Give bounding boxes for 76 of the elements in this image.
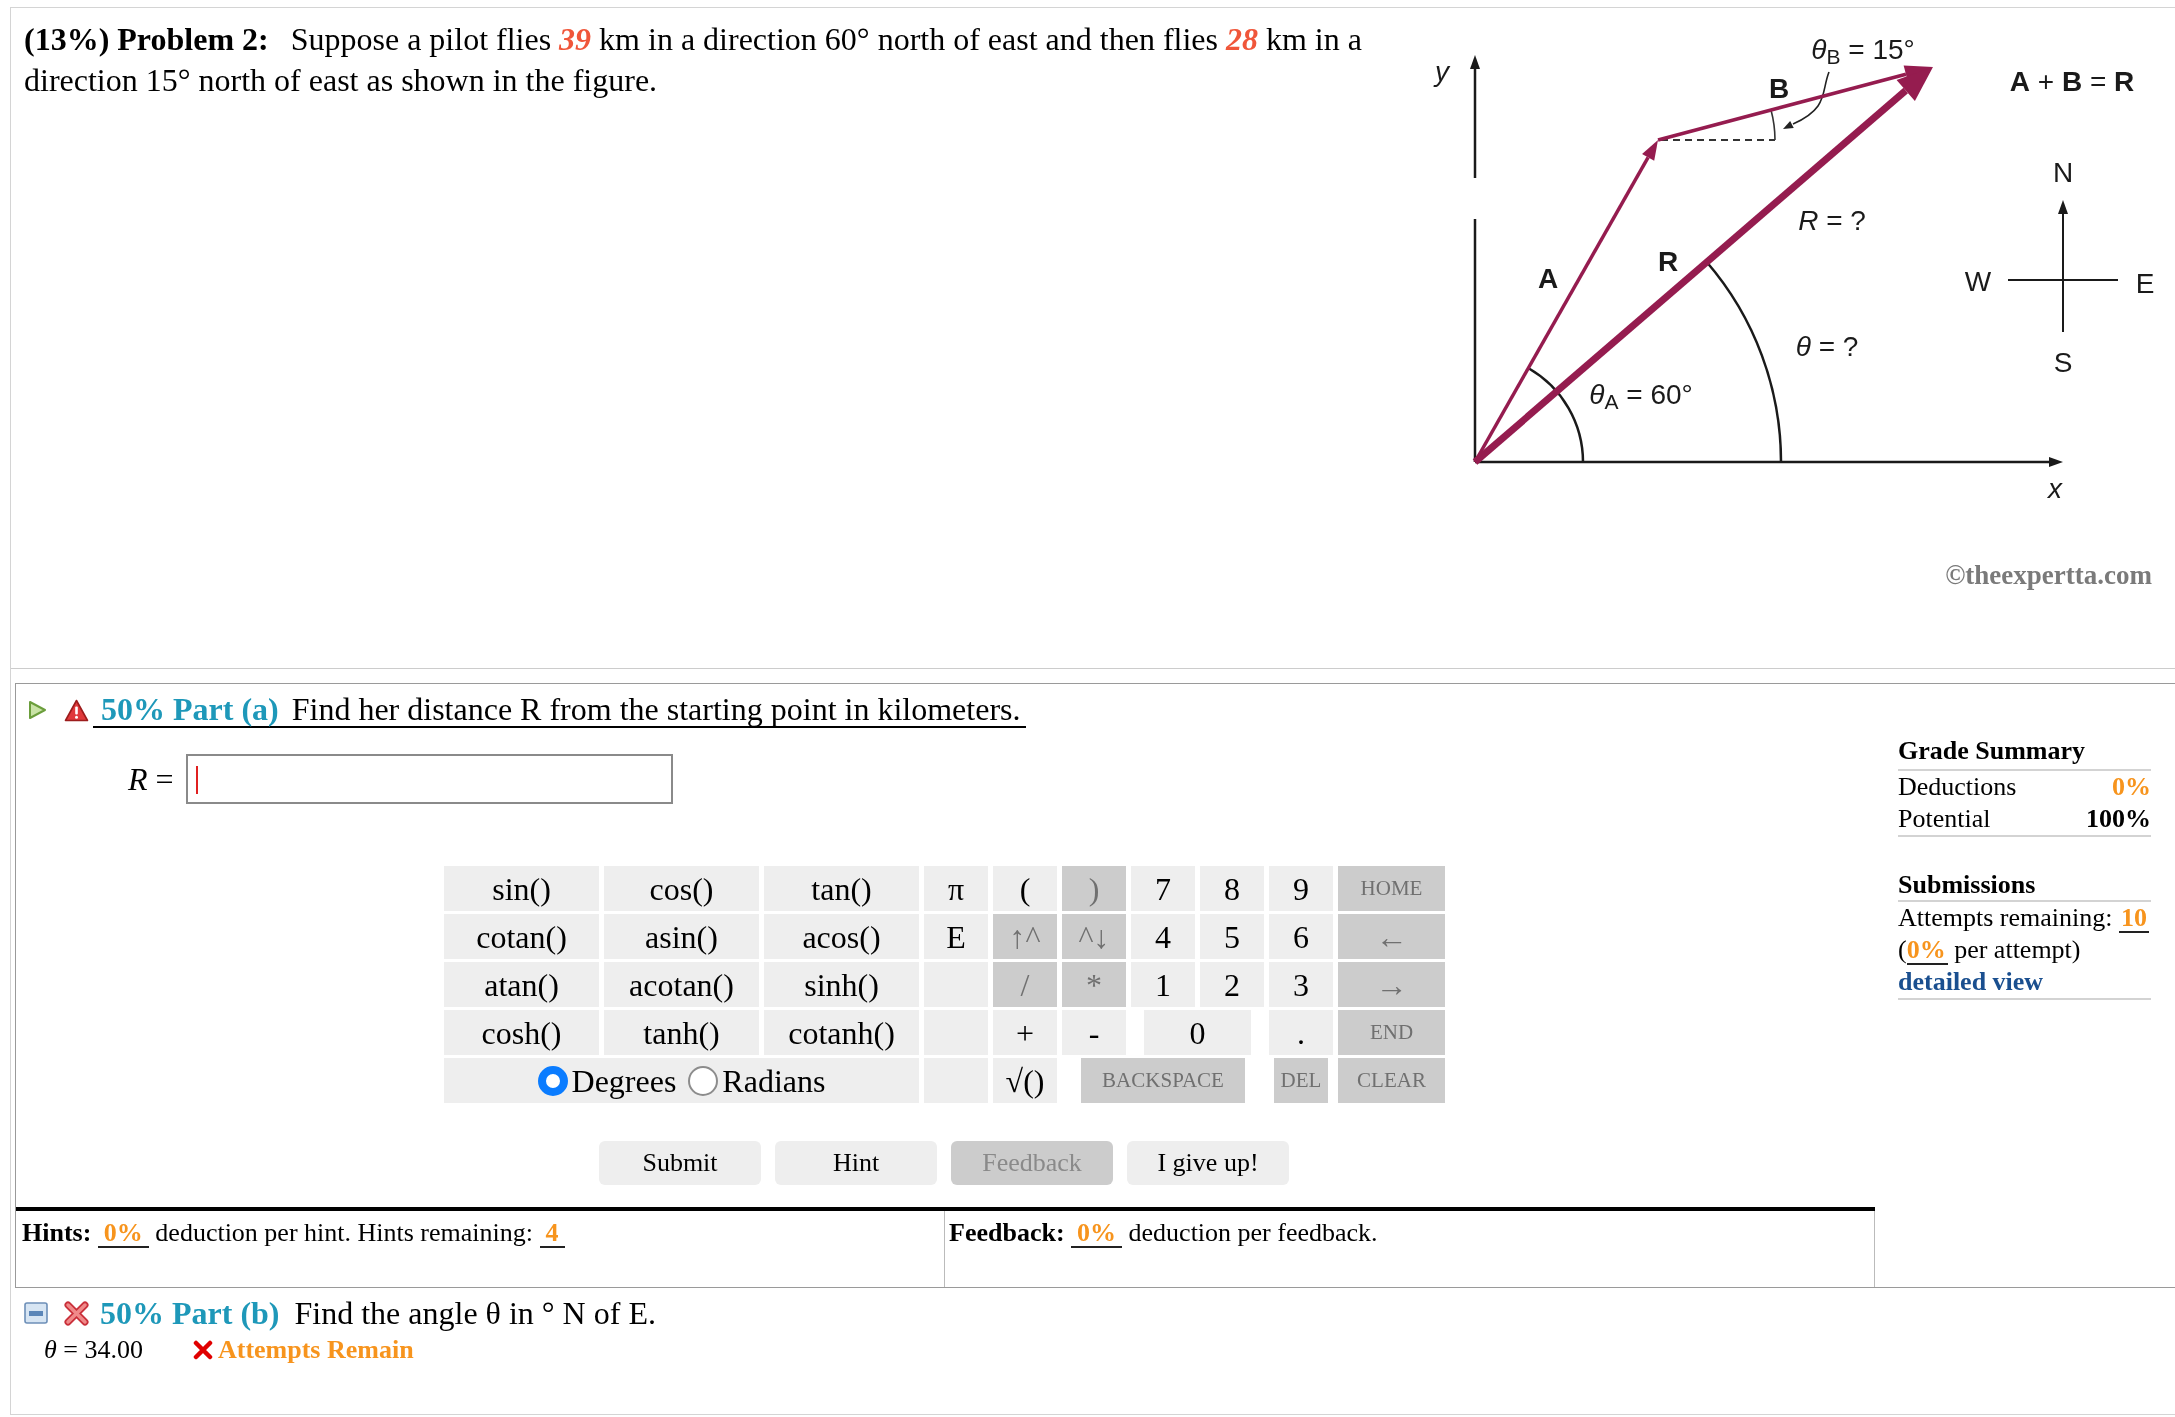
status-text: Attempts Remain <box>217 1334 414 1366</box>
calculator-key[interactable]: cosh() <box>444 1010 599 1055</box>
calculator-key[interactable]: . <box>1269 1010 1333 1055</box>
calculator-key[interactable]: asin() <box>604 914 759 959</box>
radio-option[interactable]: Radians <box>688 1060 826 1101</box>
calculator-key[interactable]: 1 <box>1131 962 1195 1007</box>
calculator-key[interactable]: ( <box>993 866 1057 911</box>
text-cursor-icon <box>195 766 198 794</box>
calculator-key[interactable]: √() <box>993 1058 1057 1103</box>
radio-icon[interactable] <box>537 1065 568 1096</box>
answer-field[interactable] <box>185 754 673 804</box>
figure-label: R = ? <box>1798 205 1866 237</box>
attempt-penalty: (0% per attempt) <box>1898 934 2082 966</box>
figure-label: θ = ? <box>1795 331 1859 363</box>
figure-label: S <box>2053 347 2073 379</box>
warning-icon <box>64 698 89 722</box>
collapse-icon[interactable] <box>24 1302 48 1324</box>
radio-option[interactable]: Degrees <box>537 1060 677 1101</box>
figure-label: A + B = R <box>2009 66 2135 98</box>
part-question: Find the angle θ in ° N of E. <box>294 1294 656 1333</box>
problem-statement: (13%) Problem 2: Suppose a pilot flies 39 km in a direction 60° north of east and then flies 28 km in a direction 15° north of east as shown in the figure. <box>24 20 1363 100</box>
play-icon <box>28 700 47 720</box>
calculator-key[interactable]: 4 <box>1131 914 1195 959</box>
summary-value: 100% <box>2086 803 2151 835</box>
submissions-title: Submissions <box>1898 870 2151 902</box>
calculator-key[interactable]: cotanh() <box>764 1010 919 1055</box>
calculator-key[interactable]: atan() <box>444 962 599 1007</box>
calculator-key[interactable]: acos() <box>764 914 919 959</box>
calculator-key[interactable]: 7 <box>1131 866 1195 911</box>
figure-label: θ$_{B}$ = 15° <box>1811 34 1915 66</box>
calculator-key[interactable]: 0 <box>1144 1010 1251 1055</box>
calculator-key[interactable]: tanh() <box>604 1010 759 1055</box>
calculator-key[interactable]: sin() <box>444 866 599 911</box>
calculator-key[interactable]: acotan() <box>604 962 759 1007</box>
cross-icon <box>192 1340 213 1360</box>
answer-text: θ = 34.00 <box>44 1334 143 1366</box>
attempts-remaining: Attempts remaining: 10 <box>1898 902 2150 934</box>
hints-info: Hints: 0% deduction per hint. Hints remaining: 4 <box>22 1217 944 1249</box>
calculator-key[interactable]: cos() <box>604 866 759 911</box>
hint-button[interactable]: Hint <box>775 1141 937 1185</box>
summary-label: Potential <box>1898 803 1991 835</box>
radio-icon[interactable] <box>688 1065 719 1096</box>
calculator-key[interactable]: tan() <box>764 866 919 911</box>
give-up-button[interactable]: I give up! <box>1127 1141 1289 1185</box>
summary-value: 0% <box>2112 771 2151 803</box>
copyright-notice: ©theexpertta.com <box>1945 559 2152 592</box>
calculator-key[interactable]: E <box>924 914 988 959</box>
summary-title: Grade Summary <box>1898 735 2151 771</box>
compass-icon <box>2006 198 2120 334</box>
incorrect-icon <box>64 1300 89 1326</box>
calculator-key[interactable]: sinh() <box>764 962 919 1007</box>
calculator-key[interactable]: 8 <box>1200 866 1264 911</box>
calculator-key[interactable]: 5 <box>1200 914 1264 959</box>
figure-label: x <box>2048 473 2062 505</box>
summary-label: Deductions <box>1898 771 2017 803</box>
figure-label: y <box>1435 56 1449 88</box>
figure-label: R <box>1657 246 1679 278</box>
figure-label: A <box>1537 263 1559 295</box>
calculator-key[interactable]: 9 <box>1269 866 1333 911</box>
calculator-key[interactable]: π <box>924 866 988 911</box>
detailed-view-link[interactable]: detailed view <box>1898 966 2151 998</box>
figure-label: E <box>2135 268 2155 300</box>
figure-label: θ$_{A}$ = 60° <box>1589 379 1693 411</box>
answer-label: R = <box>128 760 174 799</box>
figure-label: N <box>2052 157 2074 189</box>
calculator-key[interactable]: - <box>1062 1010 1126 1055</box>
part-question[interactable]: Find her distance R from the starting point in kilometers. <box>278 692 1027 728</box>
calculator-key[interactable]: 2 <box>1200 962 1264 1007</box>
figure-label: B <box>1768 73 1790 105</box>
calculator-key[interactable]: cotan() <box>444 914 599 959</box>
figure-label: W <box>1964 266 1992 298</box>
calculator-key[interactable]: + <box>993 1010 1057 1055</box>
calculator-key[interactable]: 3 <box>1269 962 1333 1007</box>
feedback-info: Feedback: 0% deduction per feedback. <box>949 1217 1379 1249</box>
submit-button[interactable]: Submit <box>599 1141 761 1185</box>
calculator-key[interactable]: 6 <box>1269 914 1333 959</box>
